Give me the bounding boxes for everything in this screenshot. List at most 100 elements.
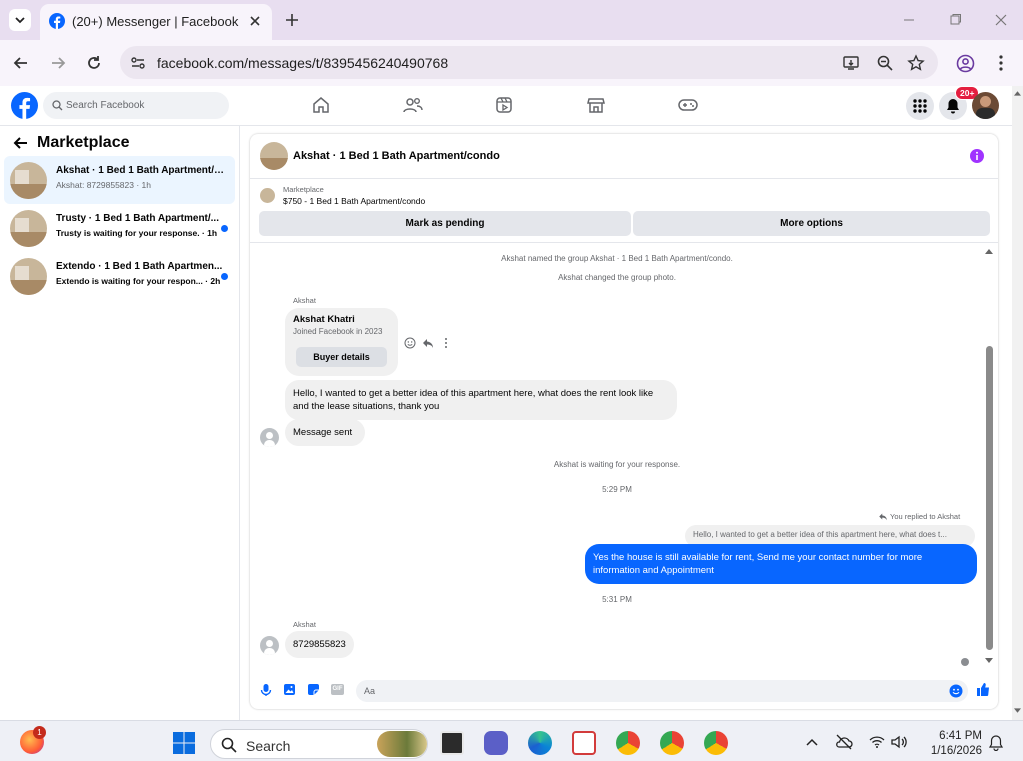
listing-description[interactable]: $750 - 1 Bed 1 Bath Apartment/condo [283,196,425,206]
chrome-app-icon[interactable] [704,731,728,755]
file-explorer-app-icon[interactable] [440,731,464,755]
search-icon [221,737,237,753]
emoji-icon[interactable] [949,684,963,698]
facebook-logo-icon[interactable] [11,92,38,119]
scrollbar-thumb[interactable] [986,346,993,650]
scroll-down-arrow-icon[interactable] [1014,708,1021,714]
scroll-up-arrow-icon[interactable] [985,248,993,254]
buyer-details-button[interactable]: Buyer details [296,347,387,367]
edge-app-icon[interactable] [528,731,552,755]
taskbar-search[interactable]: Search [210,729,428,759]
listing-label: Marketplace [283,185,324,194]
message-input-placeholder: Aa [364,686,376,696]
sticker-icon[interactable] [307,683,320,696]
more-options-button[interactable]: More options [633,211,990,236]
gaming-icon[interactable] [678,96,698,114]
conversation-item[interactable]: Akshat · 1 Bed 1 Bath Apartment/c... Aks… [4,156,235,204]
system-message: Akshat is waiting for your response. [553,460,681,469]
react-emoji-icon[interactable] [404,337,416,349]
home-icon[interactable] [312,96,330,114]
outgoing-message[interactable]: Yes the house is still available for ren… [585,544,977,584]
unread-dot [221,225,228,232]
back-arrow-icon[interactable] [12,54,30,72]
search-placeholder: Search Facebook [66,100,145,111]
forward-arrow-icon[interactable] [49,54,67,72]
new-tab-icon[interactable] [284,12,300,28]
firefox-badge: 1 [33,726,46,739]
reload-icon[interactable] [85,54,103,72]
sender-avatar[interactable] [260,428,279,447]
browser-toolbar: facebook.com/messages/t/8395456240490768 [0,40,1023,86]
browser-tab[interactable]: (20+) Messenger | Facebook [40,4,272,40]
mark-as-pending-button[interactable]: Mark as pending [259,211,631,236]
incoming-message[interactable]: Message sent [285,419,365,446]
close-window-icon[interactable] [994,13,1008,27]
friends-icon[interactable] [403,96,423,114]
quoted-text: Hello, I wanted to get a better idea of … [693,530,947,539]
back-arrow-icon[interactable] [13,136,28,150]
windows-start-icon[interactable] [173,732,195,754]
address-bar[interactable]: facebook.com/messages/t/8395456240490768 [120,46,938,79]
chrome-app-icon[interactable] [660,731,684,755]
conversation-name: Extendo · 1 Bed 1 Bath Apartmen... [56,261,223,272]
group-avatar[interactable] [260,142,288,170]
chevron-up-icon[interactable] [805,737,819,747]
conversation-sidebar: Marketplace Akshat · 1 Bed 1 Bath Apartm… [0,126,240,720]
site-info-icon[interactable] [130,55,146,71]
scroll-down-arrow-icon[interactable] [985,658,993,664]
video-icon[interactable] [495,96,513,114]
tab-search-button[interactable] [9,9,31,31]
more-actions-icon[interactable] [443,337,449,349]
listing-thumbnail [10,258,47,295]
system-clock[interactable]: 6:41 PM 1/16/2026 [922,729,982,759]
search-icon [52,100,63,111]
page-scrollbar[interactable] [1012,86,1023,720]
conversation-preview: Extendo is waiting for your respon... · … [56,276,221,286]
browser-menu-icon[interactable] [996,54,1006,72]
minimize-icon[interactable] [902,13,916,27]
snipping-tool-app-icon[interactable] [572,731,596,755]
seen-indicator-avatar [961,658,969,666]
chrome-app-icon[interactable] [616,731,640,755]
sender-avatar[interactable] [260,636,279,655]
windows-taskbar: 1 Search 6:41 PM 1/16/2026 [0,720,1023,761]
gif-icon[interactable]: GIF [331,684,344,695]
listing-banner: Marketplace $750 - 1 Bed 1 Bath Apartmen… [250,180,998,243]
tab-title: (20+) Messenger | Facebook [72,14,239,29]
notifications-button[interactable]: 20+ [939,86,980,120]
info-icon[interactable] [970,149,984,163]
incoming-message[interactable]: Hello, I wanted to get a better idea of … [285,380,677,420]
conversation-name: Akshat · 1 Bed 1 Bath Apartment/c... [56,165,224,176]
firefox-app-icon[interactable]: 1 [20,726,46,754]
install-app-icon[interactable] [842,54,860,72]
scroll-up-arrow-icon[interactable] [1014,90,1021,96]
facebook-search-input[interactable]: Search Facebook [43,92,229,119]
reply-context-label: You replied to Akshat [890,512,961,521]
zoom-icon[interactable] [876,54,894,72]
conversation-item[interactable]: Extendo · 1 Bed 1 Bath Apartmen... Exten… [4,252,235,300]
unread-dot [221,273,228,280]
microphone-icon[interactable] [260,683,272,697]
bell-icon [947,99,959,114]
reply-icon[interactable] [422,337,434,349]
menu-grid-button[interactable] [906,92,934,120]
listing-thumbnail[interactable] [260,188,275,203]
photo-icon[interactable] [283,683,296,696]
message-input[interactable]: Aa [356,680,968,702]
marketplace-icon[interactable] [587,96,605,114]
volume-icon[interactable] [891,735,907,749]
incoming-message[interactable]: 8729855823 [285,631,354,658]
restore-icon[interactable] [948,13,962,27]
notification-bell-icon[interactable] [988,735,1004,751]
chat-scrollbar[interactable] [984,246,994,666]
wifi-icon[interactable] [869,735,885,749]
bookmark-star-icon[interactable] [907,54,925,72]
profile-icon[interactable] [956,54,975,73]
close-tab-icon[interactable] [248,14,262,28]
teams-app-icon[interactable] [484,731,508,755]
chat-title[interactable]: Akshat · 1 Bed 1 Bath Apartment/condo [293,150,500,162]
cloud-offline-icon[interactable] [835,734,853,750]
conversation-item[interactable]: Trusty · 1 Bed 1 Bath Apartment/... Trus… [4,204,235,252]
like-thumbs-up-icon[interactable] [976,682,990,697]
account-avatar[interactable] [972,92,999,119]
